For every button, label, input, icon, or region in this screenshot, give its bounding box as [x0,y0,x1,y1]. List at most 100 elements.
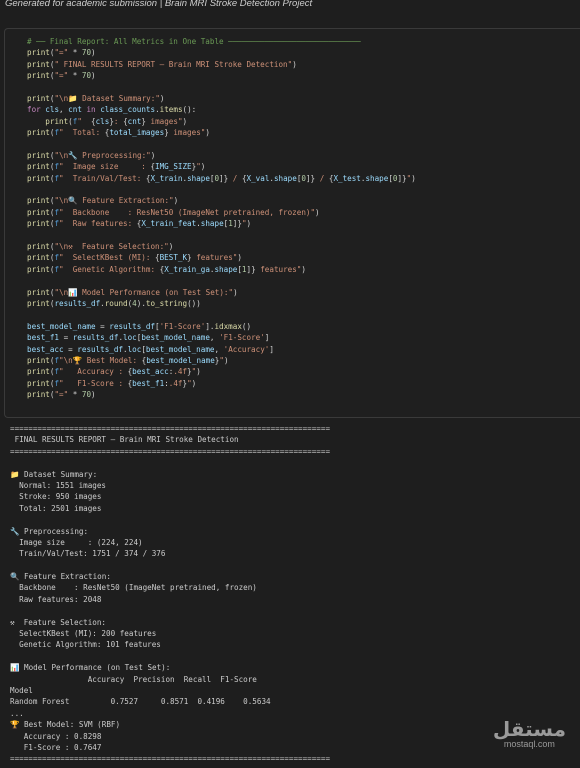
code-token: X_test [333,173,361,183]
code-token: class_counts [100,105,156,115]
code-token: "\n📁 Dataset Summary:" [54,93,160,103]
code-token: print [27,367,50,377]
code-token: best_f1 [27,333,60,343]
code-token: X_train [150,173,183,183]
code-token: * [68,71,82,81]
code-token: ) [191,378,197,388]
code-token: ) [237,253,242,263]
watermark-logo: مستقل mostaql.com [493,719,566,749]
code-token: 'F1-Score' [219,333,265,343]
code-token: ) [301,264,306,274]
code-token: ]} [305,173,316,183]
code-token: "\n🔍 Feature Extraction:" [54,196,174,206]
code-token: ]} [246,264,256,274]
code-token: .4f [173,367,188,377]
code-token: " SelectKBest (MI): [59,253,156,263]
code-token: X_train_feat [141,219,197,229]
code-token: "=" [54,71,69,81]
code-line: print(f" Backbone : ResNet50 (ImageNet p… [27,207,580,218]
output-line: 📁 Dataset Summary: [10,469,98,479]
code-token: print [27,378,50,388]
output-line: 📊 Model Performance (on Test Set): [10,663,171,673]
code-token: = [59,333,73,343]
top-caption-bar: Generated for academic submission | Brai… [0,0,580,14]
code-editor[interactable]: # ── Final Report: All Metrics in One Ta… [27,36,580,401]
code-line: print(f" Train/Val/Test: {X_train.shape[… [27,173,580,184]
code-token: ) [196,367,201,377]
code-token: round [104,298,128,308]
code-token: print [27,242,50,252]
output-line: Model [10,685,33,695]
output-line: 🔍 Feature Extraction: [10,572,111,582]
code-token: shape [273,173,297,183]
code-token: print [45,116,69,126]
code-line: print("\n⚒ Feature Selection:") [27,241,580,252]
code-token: / [228,173,242,183]
output-line: ========================================… [10,754,331,764]
code-token: total_images [109,128,165,138]
code-token: print [27,287,50,297]
output-line: Genetic Algorithm: 101 features [10,640,161,650]
code-token: " Train/Val/Test: [59,173,146,183]
code-token: best_model_name [145,344,215,354]
code-token: cnt [68,105,82,115]
code-token: loc [127,344,142,354]
code-token: " Raw features: [59,219,137,229]
output-line: 🔧 Preprocessing: [10,526,89,536]
code-line: print("\n🔧 Preprocessing:") [27,150,580,161]
code-token: ). [136,298,146,308]
code-token: ] [269,344,274,354]
code-token: ) [411,173,416,183]
code-token: ) [233,287,238,297]
code-token: "=" [54,48,69,58]
code-token: to_string [145,298,188,308]
code-line: print(f" Genetic Algorithm: {X_train_ga.… [27,264,580,275]
code-token: loc [123,333,137,343]
output-line: FINAL RESULTS REPORT — Brain MRI Stroke … [10,435,239,445]
code-token: print [27,196,50,206]
code-token: images" [145,116,183,126]
code-line: best_f1 = results_df.loc[best_model_name… [27,332,580,343]
code-token: "=" [54,390,69,400]
code-token: ) [91,71,96,81]
code-token: 70 [81,390,92,400]
code-token: features" [255,264,302,274]
code-token: "\n📊 Model Performance (on Test Set):" [54,287,234,297]
code-token: results_df [77,344,124,354]
code-token: ]} [397,173,407,183]
code-token: print [27,298,50,308]
output-line: SelectKBest (MI): 200 features [10,629,157,639]
code-line: print("\n📁 Dataset Summary:") [27,93,580,104]
code-token: print [27,355,50,365]
code-token: best_model_name [141,333,210,343]
code-token: " Image size : [59,162,151,172]
code-token: items [159,105,183,115]
code-line: print(results_df.round(4).to_string()) [27,298,580,309]
code-token: ]} [219,173,229,183]
code-token: best_model_name [27,321,96,331]
output-line: Train/Val/Test: 1751 / 374 / 376 [10,549,166,559]
output-line: ========================================… [10,446,331,456]
code-token: print [27,150,50,160]
code-token: IMG_SIZE [155,162,192,172]
code-line: print("\n🔍 Feature Extraction:") [27,195,580,206]
code-token: # ── Final Report: All Metrics in One Ta… [27,37,361,46]
code-token: print [27,219,50,229]
code-line: print("\n📊 Model Performance (on Test Se… [27,287,580,298]
code-line: print(" FINAL RESULTS REPORT — Brain MRI… [27,59,580,70]
code-token: 'F1-Score' [159,321,206,331]
code-token: cls [95,116,110,126]
output-line: Random Forest 0.7527 0.8571 0.4196 0.563… [10,697,271,707]
code-line: print(f" Total: {total_images} images") [27,127,580,138]
cell-output: ========================================… [10,423,580,765]
code-token: 70 [81,48,92,58]
code-line: print(f" Accuracy : {best_acc:.4f}") [27,366,580,377]
code-cell[interactable]: # ── Final Report: All Metrics in One Ta… [4,28,580,418]
code-token: print [27,128,50,138]
code-token: print [27,253,50,263]
